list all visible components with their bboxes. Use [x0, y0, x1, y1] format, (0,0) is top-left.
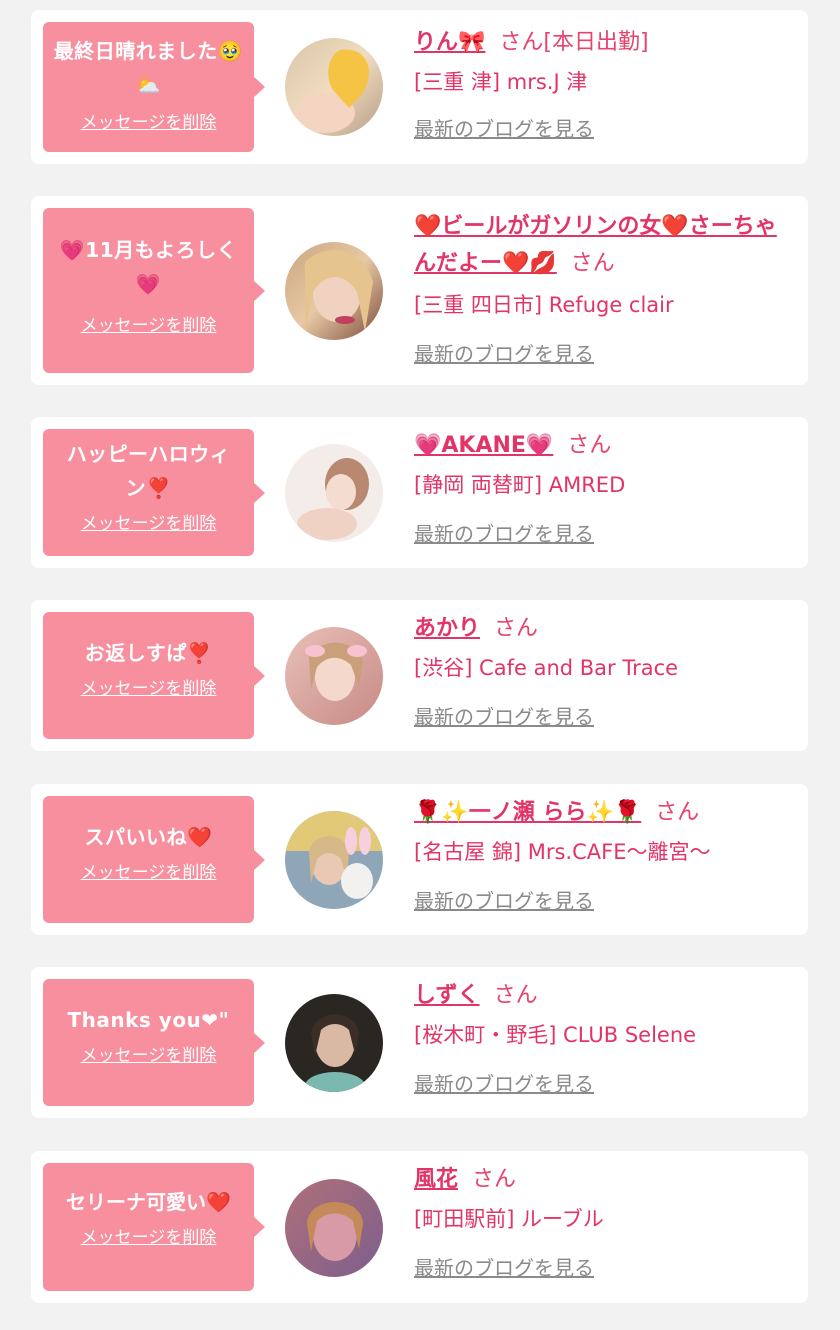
message-text: スパいいね❤️ [84, 825, 213, 849]
name-line: ❤️ビールがガソリンの女❤️さーちゃんだよー❤️💋 さん [414, 208, 794, 282]
message-card: 💗11月もよろしく💗 メッセージを削除 ❤️ビールがガソリンの女❤️さーちゃんだ… [31, 196, 808, 385]
name-line: あかり さん [414, 610, 794, 647]
honorific: さん[本日出勤] [499, 30, 649, 55]
avatar[interactable] [285, 1179, 383, 1277]
name-line: 風花 さん [414, 1161, 794, 1198]
delete-message-link[interactable]: メッセージを削除 [81, 509, 217, 534]
shop-info: [桜木町・野毛] CLUB Selene [414, 1023, 697, 1047]
latest-blog-link[interactable]: 最新のブログを見る [414, 887, 594, 915]
delete-message-link[interactable]: メッセージを削除 [81, 1223, 217, 1248]
message-text: 💗11月もよろしく💗 [59, 238, 238, 296]
girl-info: 風花 さん [町田駅前] ルーブル 最新のブログを見る [414, 1161, 794, 1282]
girl-name-link[interactable]: 🌹✨一ノ瀬 らら✨🌹 [414, 800, 641, 825]
avatar-photo [285, 444, 383, 542]
latest-blog-link[interactable]: 最新のブログを見る [414, 1254, 594, 1282]
message-card: 最終日晴れました🥹⛅ メッセージを削除 りん🎀 さん[本日出勤] [三重 津] … [31, 10, 808, 164]
latest-blog-link[interactable]: 最新のブログを見る [414, 520, 594, 548]
avatar[interactable] [285, 627, 383, 725]
honorific: さん [494, 616, 539, 641]
avatar[interactable] [285, 38, 383, 136]
latest-blog-link[interactable]: 最新のブログを見る [414, 1070, 594, 1098]
message-bubble: 最終日晴れました🥹⛅ メッセージを削除 [43, 22, 265, 152]
girl-name-link[interactable]: しずく [414, 983, 480, 1008]
avatar-photo [285, 38, 383, 136]
message-text: ハッピーハロウィン❣️ [66, 442, 231, 500]
latest-blog-link[interactable]: 最新のブログを見る [414, 703, 594, 731]
shop-info: [町田駅前] ルーブル [414, 1207, 604, 1231]
girl-name-link[interactable]: あかり [414, 616, 480, 641]
shop-info: [三重 四日市] Refuge clair [414, 293, 674, 317]
honorific: さん [570, 251, 615, 276]
delete-message-link[interactable]: メッセージを削除 [81, 108, 217, 133]
message-bubble: セリーナ可愛い❤️ メッセージを削除 [43, 1163, 265, 1291]
girl-info: ❤️ビールがガソリンの女❤️さーちゃんだよー❤️💋 さん [三重 四日市] Ref… [414, 208, 794, 368]
shop-info: [三重 津] mrs.J 津 [414, 70, 588, 94]
avatar[interactable] [285, 444, 383, 542]
message-card: ハッピーハロウィン❣️ メッセージを削除 💗AKANE💗 さん [静岡 両替町] … [31, 417, 808, 568]
girl-info: 🌹✨一ノ瀬 らら✨🌹 さん [名古屋 錦] Mrs.CAFE～離宮～ 最新のブログ… [414, 794, 794, 915]
message-card: スパいいね❤️ メッセージを削除 🌹✨一ノ瀬 らら✨🌹 さん [名古屋 錦] Mr… [31, 784, 808, 935]
girl-info: 💗AKANE💗 さん [静岡 両替町] AMRED 最新のブログを見る [414, 427, 794, 548]
name-line: 💗AKANE💗 さん [414, 427, 794, 464]
message-text: セリーナ可愛い❤️ [66, 1190, 231, 1214]
avatar-photo [285, 242, 383, 340]
message-bubble: ハッピーハロウィン❣️ メッセージを削除 [43, 429, 265, 556]
avatar-photo [285, 811, 383, 909]
shop-info: [名古屋 錦] Mrs.CAFE～離宮～ [414, 840, 711, 864]
girl-name-link[interactable]: りん🎀 [414, 30, 485, 55]
shop-info: [静岡 両替町] AMRED [414, 473, 626, 497]
avatar-photo [285, 994, 383, 1092]
delete-message-link[interactable]: メッセージを削除 [81, 1041, 217, 1066]
avatar-photo [285, 627, 383, 725]
girl-info: あかり さん [渋谷] Cafe and Bar Trace 最新のブログを見る [414, 610, 794, 731]
avatar[interactable] [285, 994, 383, 1092]
delete-message-link[interactable]: メッセージを削除 [81, 311, 217, 336]
message-bubble: お返しすぱ❣️ メッセージを削除 [43, 612, 265, 739]
shop-info: [渋谷] Cafe and Bar Trace [414, 656, 679, 680]
message-card: セリーナ可愛い❤️ メッセージを削除 風花 さん [町田駅前] ルーブル 最新の… [31, 1151, 808, 1303]
name-line: 🌹✨一ノ瀬 らら✨🌹 さん [414, 794, 794, 831]
girl-name-link[interactable]: 💗AKANE💗 [414, 433, 553, 458]
girl-name-link[interactable]: 風花 [414, 1167, 458, 1192]
honorific: さん [493, 983, 538, 1008]
avatar-photo [285, 1179, 383, 1277]
honorific: さん [567, 433, 612, 458]
latest-blog-link[interactable]: 最新のブログを見る [414, 340, 594, 368]
message-list: 最終日晴れました🥹⛅ メッセージを削除 りん🎀 さん[本日出勤] [三重 津] … [0, 0, 840, 1330]
girl-info: しずく さん [桜木町・野毛] CLUB Selene 最新のブログを見る [414, 977, 794, 1098]
name-line: りん🎀 さん[本日出勤] [414, 24, 794, 61]
message-bubble: スパいいね❤️ メッセージを削除 [43, 796, 265, 923]
honorific: さん [472, 1167, 517, 1192]
delete-message-link[interactable]: メッセージを削除 [81, 674, 217, 699]
delete-message-link[interactable]: メッセージを削除 [81, 858, 217, 883]
message-text: お返しすぱ❣️ [84, 641, 213, 665]
message-card: Thanks you❤" メッセージを削除 しずく さん [桜木町・野毛] CLU… [31, 967, 808, 1118]
message-bubble: Thanks you❤" メッセージを削除 [43, 979, 265, 1106]
message-bubble: 💗11月もよろしく💗 メッセージを削除 [43, 208, 265, 373]
avatar[interactable] [285, 811, 383, 909]
girl-info: りん🎀 さん[本日出勤] [三重 津] mrs.J 津 最新のブログを見る [414, 24, 794, 143]
avatar[interactable] [285, 242, 383, 340]
name-line: しずく さん [414, 977, 794, 1014]
message-text: Thanks you❤" [67, 1008, 230, 1032]
message-card: お返しすぱ❣️ メッセージを削除 あかり さん [渋谷] Cafe and Ba… [31, 600, 808, 751]
honorific: さん [655, 800, 700, 825]
latest-blog-link[interactable]: 最新のブログを見る [414, 115, 594, 143]
message-text: 最終日晴れました🥹⛅ [53, 39, 244, 97]
